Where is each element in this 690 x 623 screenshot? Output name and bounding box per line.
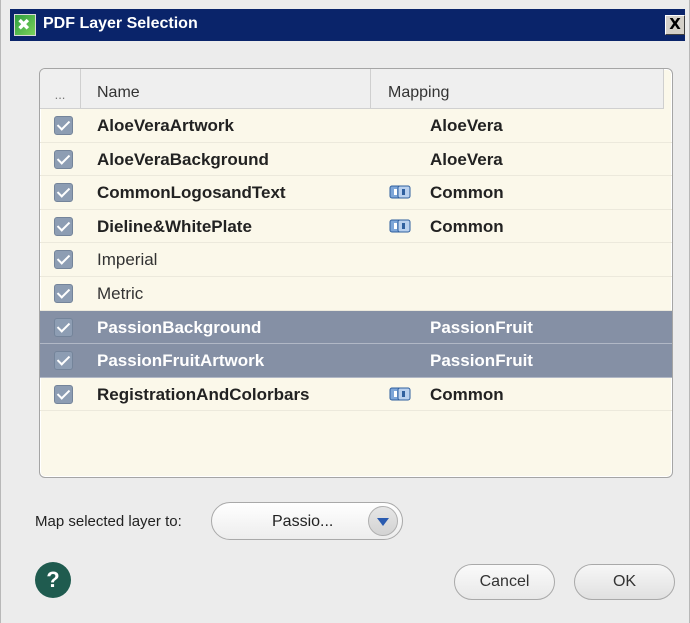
layer-name: Dieline&WhitePlate <box>97 216 252 236</box>
map-selected-layer-label: Map selected layer to: <box>35 513 182 530</box>
column-header-name[interactable]: Name <box>81 69 371 108</box>
layer-mapping: PassionFruit <box>430 317 533 337</box>
layer-checkbox[interactable] <box>54 149 73 169</box>
layer-row[interactable]: Dieline&WhitePlate Common <box>40 210 672 244</box>
column-header-options[interactable]: ... <box>40 69 81 108</box>
layer-row[interactable]: RegistrationAndColorbars Common <box>40 378 672 412</box>
layer-name: CommonLogosandText <box>97 183 286 203</box>
layer-row[interactable]: CommonLogosandText Common <box>40 176 672 210</box>
cancel-button[interactable]: Cancel <box>454 564 555 600</box>
layer-row[interactable]: AloeVeraBackground AloeVera <box>40 143 672 177</box>
layer-checkbox[interactable] <box>54 283 73 303</box>
layer-name: PassionBackground <box>97 317 262 337</box>
linked-layer-icon <box>389 219 411 233</box>
layer-mapping: Common <box>430 384 504 404</box>
window-title: PDF Layer Selection <box>43 15 198 32</box>
ok-button[interactable]: OK <box>574 564 675 600</box>
layer-checkbox[interactable] <box>54 351 73 371</box>
layer-checkbox[interactable] <box>54 250 73 270</box>
layer-row[interactable]: AloeVeraArtwork AloeVera <box>40 109 672 143</box>
layer-checkbox[interactable] <box>54 216 73 236</box>
layer-row[interactable]: PassionFruitArtwork PassionFruit <box>40 344 672 378</box>
layer-mapping: AloeVera <box>430 116 503 135</box>
layer-mapping: AloeVera <box>430 149 503 169</box>
layer-mapping: Common <box>430 216 504 236</box>
column-header-mapping[interactable]: Mapping <box>371 69 664 108</box>
layer-mapping-dropdown[interactable]: Passio... <box>211 502 403 540</box>
linked-layer-icon <box>389 387 411 401</box>
layer-checkbox[interactable] <box>54 384 73 404</box>
layer-row[interactable]: PassionBackground PassionFruit <box>40 310 672 345</box>
close-button[interactable]: X <box>665 15 685 35</box>
layer-mapping: Common <box>430 183 504 203</box>
layer-name: Imperial <box>97 250 158 270</box>
dropdown-selected-value: Passio... <box>272 513 334 530</box>
help-button[interactable]: ? <box>35 562 71 598</box>
layer-name: PassionFruitArtwork <box>97 351 265 371</box>
title-bar: PDF Layer Selection X <box>10 9 685 41</box>
pdf-layer-selection-dialog: PDF Layer Selection X ... Name Mapping A… <box>0 0 690 623</box>
app-icon <box>14 14 36 36</box>
chevron-down-icon[interactable] <box>368 506 398 536</box>
layer-name: RegistrationAndColorbars <box>97 384 310 404</box>
layer-checkbox[interactable] <box>54 116 73 135</box>
layer-checkbox[interactable] <box>54 183 73 203</box>
layer-name: Metric <box>97 283 144 303</box>
layer-name: AloeVeraBackground <box>97 149 269 169</box>
layer-rows: AloeVeraArtwork AloeVera AloeVeraBackgroun… <box>40 109 672 412</box>
table-header: ... Name Mapping <box>40 69 664 109</box>
layer-row[interactable]: Metric <box>40 277 672 311</box>
layer-name: AloeVeraArtwork <box>97 116 234 135</box>
layer-checkbox[interactable] <box>54 317 73 337</box>
layer-row[interactable]: Imperial <box>40 243 672 277</box>
linked-layer-icon <box>389 185 411 199</box>
layer-mapping: PassionFruit <box>430 351 533 371</box>
layer-list: ... Name Mapping AloeVeraArtwork AloeVera… <box>39 68 673 478</box>
